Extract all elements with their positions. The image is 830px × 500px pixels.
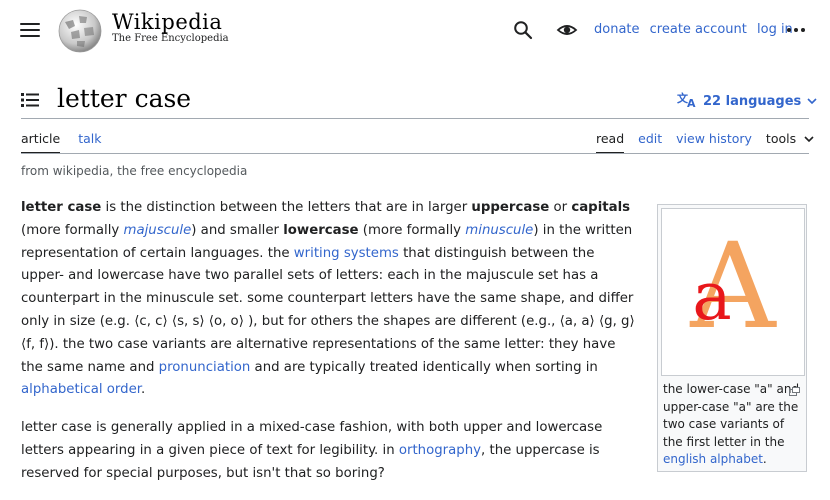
toc-icon[interactable] <box>21 91 39 109</box>
link-text: majuscule <box>123 222 192 238</box>
link-majuscule[interactable]: majuscule <box>124 223 192 238</box>
tab-edit[interactable]: edit <box>638 131 662 154</box>
language-count: 22 languages <box>703 93 802 109</box>
tab-view-history[interactable]: view history <box>676 131 752 154</box>
magnify-icon[interactable] <box>789 381 800 396</box>
site-sub: from wikipedia, the free encyclopedia <box>21 164 248 178</box>
paragraph-usage: letter case is generally applied in a mi… <box>21 417 641 485</box>
letter-a-image[interactable]: A a <box>661 208 805 376</box>
bold-term: letter case <box>21 200 102 215</box>
main-menu-button[interactable] <box>20 20 40 40</box>
user-links: donate create account log in <box>594 22 799 37</box>
wikipedia-wordmark[interactable]: Wikipedia <box>112 10 222 34</box>
paragraph-intro: letter case is the distinction between t… <box>21 197 641 402</box>
text-run: (more formally <box>21 222 124 238</box>
thumbnail-figure: A a the lower-case "a" and upper-case "a… <box>657 204 807 472</box>
text-run: ) and smaller <box>191 222 284 238</box>
language-button[interactable]: 文 A 22 languages <box>677 90 817 112</box>
bold-term: capitals <box>571 200 631 215</box>
wikipedia-tagline: The Free Encyclopedia <box>112 33 229 44</box>
language-icon: 文 A <box>677 90 697 112</box>
figure-caption: the lower-case "a" and upper-case "a" ar… <box>663 381 801 469</box>
chevron-down-icon <box>804 136 814 143</box>
lowercase-a-glyph: a <box>692 258 731 335</box>
link-english-alphabet[interactable]: english alphabet <box>663 452 763 466</box>
link-text: minuscule <box>465 222 534 238</box>
text-run: (more formally <box>358 222 466 238</box>
link-alphabetical-order[interactable]: alphabetical order <box>21 382 141 397</box>
title-divider <box>21 118 809 119</box>
tools-label: tools <box>765 131 797 146</box>
more-options-icon[interactable] <box>786 20 806 40</box>
tools-menu[interactable]: tools <box>766 131 814 154</box>
svg-text:A: A <box>687 97 696 108</box>
text-run: or <box>549 200 572 215</box>
text-run: . <box>141 382 146 398</box>
text-run: is the distinction between the letters t… <box>101 200 472 215</box>
namespace-tabs: article talk <box>21 131 102 154</box>
appearance-icon[interactable] <box>556 20 578 40</box>
tab-talk[interactable]: talk <box>78 131 101 154</box>
wikipedia-globe-logo[interactable] <box>57 8 103 54</box>
text-run: that distinguish between the upper- and … <box>21 245 635 375</box>
chevron-down-icon <box>807 94 817 109</box>
donate-link[interactable]: donate <box>594 22 640 37</box>
tab-article[interactable]: article <box>21 131 61 154</box>
link-minuscule[interactable]: minuscule <box>465 223 533 238</box>
bold-term: uppercase <box>471 200 550 215</box>
page-title: letter case <box>57 84 192 113</box>
tabs-divider <box>21 153 809 154</box>
tab-read[interactable]: read <box>596 131 625 154</box>
bold-term: lowercase <box>283 222 359 238</box>
text-run: and are typically treated identically wh… <box>250 359 598 375</box>
link-pronunciation[interactable]: pronunciation <box>159 360 251 375</box>
view-tabs: read edit view history tools <box>596 131 814 154</box>
caption-text: the lower-case "a" and upper-case "a" ar… <box>663 382 800 449</box>
search-icon[interactable] <box>513 20 533 40</box>
caption-end: . <box>762 452 767 466</box>
create-account-link[interactable]: create account <box>650 22 747 37</box>
link-orthography[interactable]: orthography <box>399 443 481 458</box>
link-writing-systems[interactable]: writing systems <box>294 246 399 261</box>
